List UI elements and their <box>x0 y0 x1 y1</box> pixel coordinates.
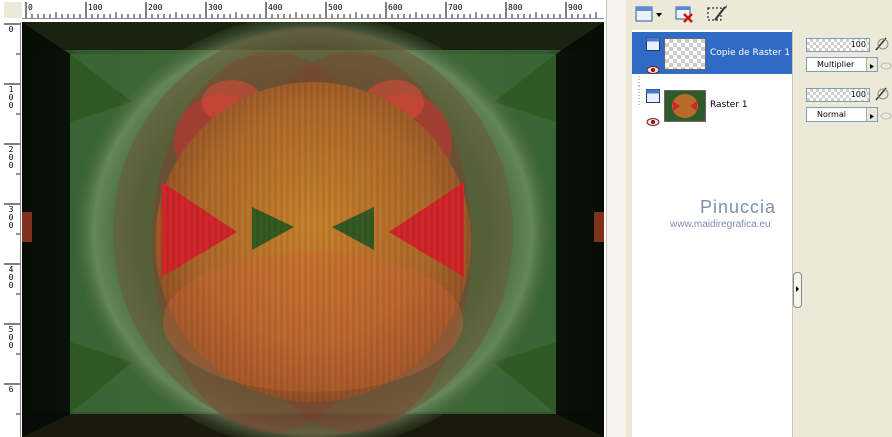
canvas-image[interactable] <box>22 22 604 437</box>
blend-mode-select[interactable]: Normal <box>806 107 878 122</box>
ruler-label: 5 0 0 <box>8 325 14 350</box>
blend-mode-select[interactable]: Multiplier <box>806 57 878 72</box>
new-layer-button[interactable] <box>634 4 664 24</box>
blend-mode-value: Normal <box>817 110 846 119</box>
layers-toolbar <box>626 0 892 30</box>
edit-mask-icon <box>707 5 727 21</box>
layer-name: Raster 1 <box>710 100 748 110</box>
vertical-ruler: 0 1 0 0 2 0 0 3 0 0 4 0 0 5 0 0 6 <box>4 22 21 437</box>
panel-splitter[interactable] <box>792 30 806 437</box>
watermark-name: Pinuccia <box>700 197 777 217</box>
blend-mode-value: Multiplier <box>817 60 855 69</box>
lock-icon[interactable] <box>880 61 892 71</box>
ruler-label: 800 <box>508 3 523 12</box>
dropdown-arrow-icon <box>866 108 877 121</box>
ruler-label: 3 0 0 <box>8 205 14 230</box>
eye-icon[interactable] <box>646 112 660 131</box>
layer-thumbnail <box>664 90 706 122</box>
layer-name: Copie de Raster 1 <box>710 48 791 58</box>
ruler-label: 6 <box>8 385 14 394</box>
opacity-value: 100 <box>850 90 866 100</box>
raster-layer-icon <box>646 88 660 103</box>
layer-row[interactable]: Raster 1 <box>632 84 802 126</box>
ruler-label: 500 <box>328 3 343 12</box>
ruler-label: 1 0 0 <box>8 85 14 110</box>
canvas-area: 0 100 200 300 400 500 600 700 800 900 0 … <box>0 0 626 437</box>
layer-thumbnail <box>664 38 706 70</box>
ruler-corner <box>4 2 22 18</box>
eye-icon[interactable] <box>646 60 660 79</box>
layer-properties: 100 Multiplier 100 Normal <box>805 30 892 437</box>
opacity-field[interactable]: 100 <box>806 38 870 52</box>
ruler-label: 600 <box>388 3 403 12</box>
ruler-label: 300 <box>208 3 223 12</box>
ruler-label: 4 0 0 <box>8 265 14 290</box>
artwork <box>22 22 604 437</box>
ruler-label: 2 0 0 <box>8 145 14 170</box>
opacity-value: 100 <box>850 40 866 50</box>
delete-layer-icon <box>675 6 693 23</box>
ruler-label: 700 <box>448 3 463 12</box>
ruler-label: 0 <box>28 3 33 12</box>
ruler-label: 0 <box>8 25 14 34</box>
lock-icon[interactable] <box>880 111 892 121</box>
edit-mask-button[interactable] <box>706 4 728 24</box>
watermark-url: www.maidiregrafica.eu <box>670 219 771 230</box>
ruler-label: 200 <box>148 3 163 12</box>
opacity-field[interactable]: 100 <box>806 88 870 102</box>
ruler-label: 400 <box>268 3 283 12</box>
new-layer-icon <box>635 6 662 22</box>
canvas-vertical-scrollbar[interactable] <box>606 0 626 437</box>
dropdown-arrow-icon <box>866 58 877 71</box>
collapse-splitter-button[interactable] <box>793 272 802 308</box>
ruler-label: 900 <box>568 3 583 12</box>
horizontal-ruler: 0 100 200 300 400 500 600 700 800 900 <box>22 2 604 19</box>
raster-layer-icon <box>646 36 660 51</box>
delete-layer-button[interactable] <box>674 4 696 24</box>
layer-row[interactable]: Copie de Raster 1 <box>632 32 802 74</box>
pen-icon[interactable] <box>873 36 889 52</box>
layers-list: Copie de Raster 1 Raster 1 <box>632 30 804 437</box>
ruler-label: 100 <box>88 3 103 12</box>
pen-icon[interactable] <box>873 86 889 102</box>
